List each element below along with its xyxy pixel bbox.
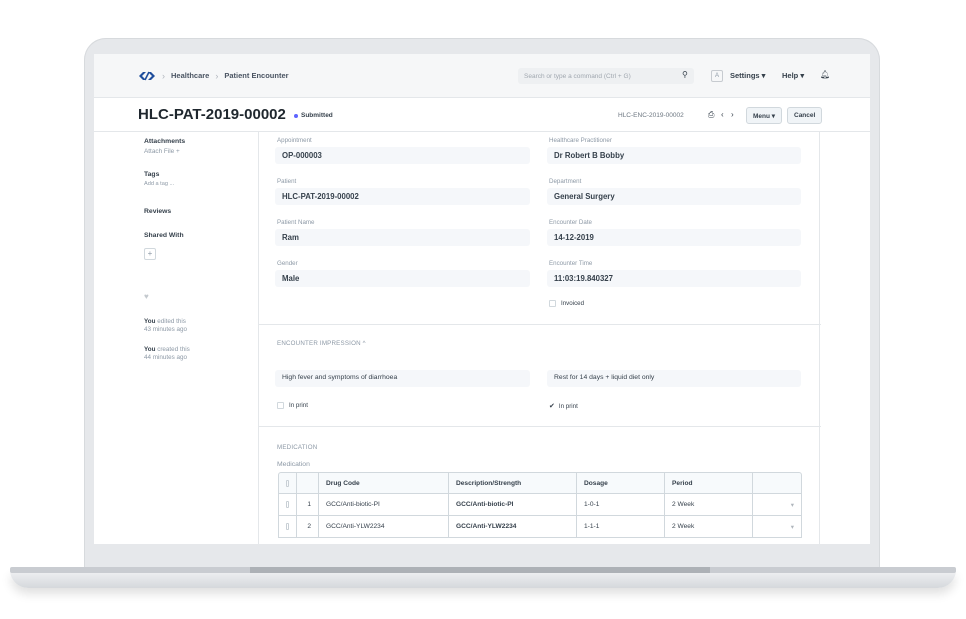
- activity-item: You created this 44 minutes ago: [144, 346, 190, 361]
- patient-name-field[interactable]: Ram: [275, 229, 530, 246]
- section-divider: [259, 324, 821, 325]
- dosage-cell[interactable]: 1-0-1: [577, 494, 665, 515]
- row-select-cell[interactable]: [279, 494, 297, 515]
- medication-section-header: MEDICATION: [277, 444, 318, 451]
- encounter-time-label: Encounter Time: [549, 260, 593, 267]
- check-icon[interactable]: ✔: [549, 402, 555, 410]
- attachments-heading: Attachments: [144, 138, 186, 145]
- activity-item: You edited this 43 minutes ago: [144, 318, 188, 333]
- row-expand-icon[interactable]: ▾: [753, 494, 801, 515]
- encounter-id: HLC-ENC-2019-00002: [618, 112, 684, 119]
- in-print-checkbox-left[interactable]: In print: [277, 402, 308, 409]
- help-dropdown[interactable]: Help ▾: [782, 71, 804, 80]
- medication-table-label: Medication: [277, 461, 310, 468]
- table-header: Drug Code Description/Strength Dosage Pe…: [278, 472, 802, 494]
- status-dot-icon: [294, 113, 298, 118]
- attach-file-link[interactable]: Attach File +: [144, 148, 180, 155]
- laptop-hinge: [250, 567, 710, 573]
- table-row[interactable]: 2 GCC/Anti-YLW2234 GCC/Anti-YLW2234 1-1-…: [278, 516, 802, 538]
- dosage-cell[interactable]: 1-1-1: [577, 516, 665, 537]
- in-print-label: In print: [289, 402, 308, 409]
- gender-label: Gender: [277, 260, 298, 267]
- prev-icon[interactable]: ‹: [721, 110, 724, 119]
- plan-field[interactable]: Rest for 14 days + liquid diet only: [547, 370, 801, 387]
- invoiced-checkbox[interactable]: Invoiced: [549, 300, 584, 307]
- drug-code-cell[interactable]: GCC/Anti-YLW2234: [319, 516, 449, 537]
- checkbox-box[interactable]: [286, 479, 289, 487]
- symptoms-field[interactable]: High fever and symptoms of diarrhoea: [275, 370, 530, 387]
- checkbox-box[interactable]: [549, 300, 556, 307]
- row-actions-header: [753, 473, 801, 493]
- description-cell[interactable]: GCC/Anti-YLW2234: [449, 516, 577, 537]
- department-label: Department: [549, 178, 582, 185]
- row-select-cell[interactable]: [279, 516, 297, 537]
- row-expand-icon[interactable]: ▾: [753, 516, 801, 537]
- status-label: Submitted: [301, 112, 333, 119]
- row-index: 1: [297, 494, 319, 515]
- patient-field[interactable]: HLC-PAT-2019-00002: [275, 188, 530, 205]
- column-header-description[interactable]: Description/Strength: [449, 473, 577, 493]
- checkbox-box[interactable]: [286, 501, 289, 508]
- description-cell[interactable]: GCC/Anti-biotic-PI: [449, 494, 577, 515]
- checkbox-box[interactable]: [286, 523, 289, 530]
- shared-with-heading: Shared With: [144, 232, 184, 239]
- reviews-heading: Reviews: [144, 208, 172, 215]
- column-header-dosage[interactable]: Dosage: [577, 473, 665, 493]
- print-icon[interactable]: ⎙: [708, 110, 714, 120]
- checkbox-box[interactable]: [277, 402, 284, 409]
- search-icon[interactable]: ⚲: [682, 70, 688, 79]
- notification-bell-icon[interactable]: 🔔︎: [820, 70, 830, 79]
- in-print-checkbox-right[interactable]: ✔ In print: [549, 402, 578, 411]
- settings-dropdown[interactable]: Settings ▾: [730, 71, 765, 80]
- chevron-right-icon: ›: [215, 70, 219, 81]
- table-row[interactable]: 1 GCC/Anti-biotic-PI GCC/Anti-biotic-PI …: [278, 494, 802, 516]
- like-heart-icon[interactable]: ♥: [144, 292, 149, 301]
- app-logo-icon[interactable]: [138, 70, 156, 82]
- practitioner-field[interactable]: Dr Robert B Bobby: [547, 147, 801, 164]
- column-header-drug-code[interactable]: Drug Code: [319, 473, 449, 493]
- appointment-label: Appointment: [277, 137, 312, 144]
- add-tag-link[interactable]: Add a tag ...: [144, 181, 174, 187]
- drug-code-cell[interactable]: GCC/Anti-biotic-PI: [319, 494, 449, 515]
- patient-name-label: Patient Name: [277, 219, 315, 226]
- status-badge: Submitted: [294, 112, 333, 119]
- breadcrumb-patient-encounter[interactable]: Patient Encounter: [224, 71, 288, 80]
- encounter-time-field[interactable]: 11:03:19.840327: [547, 270, 801, 287]
- column-header-period[interactable]: Period: [665, 473, 753, 493]
- breadcrumb-healthcare[interactable]: Healthcare: [171, 71, 209, 80]
- add-share-button[interactable]: +: [144, 248, 156, 260]
- search-input[interactable]: Search or type a command (Ctrl + G): [518, 68, 694, 84]
- menu-button[interactable]: Menu ▾: [746, 107, 783, 124]
- search-placeholder: Search or type a command (Ctrl + G): [524, 72, 631, 80]
- encounter-impression-section-header[interactable]: ENCOUNTER IMPRESSION ^: [277, 340, 366, 347]
- section-divider: [259, 426, 821, 427]
- tags-heading: Tags: [144, 171, 160, 178]
- period-cell[interactable]: 2 Week: [665, 494, 753, 515]
- appointment-field[interactable]: OP-000003: [275, 147, 530, 164]
- avatar[interactable]: A: [711, 70, 723, 82]
- page-header: HLC-PAT-2019-00002 Submitted HLC-ENC-201…: [94, 98, 870, 132]
- invoiced-label: Invoiced: [561, 300, 585, 307]
- next-icon[interactable]: ›: [731, 110, 734, 119]
- department-field[interactable]: General Surgery: [547, 188, 801, 205]
- row-index: 2: [297, 516, 319, 537]
- medication-table: Drug Code Description/Strength Dosage Pe…: [278, 472, 802, 538]
- index-header: [297, 473, 319, 493]
- cancel-button[interactable]: Cancel: [787, 107, 823, 124]
- chevron-right-icon: ›: [162, 70, 165, 81]
- encounter-date-label: Encounter Date: [549, 219, 592, 226]
- in-print-label: In print: [558, 402, 578, 410]
- encounter-date-field[interactable]: 14-12-2019: [547, 229, 801, 246]
- screen: › Healthcare › Patient Encounter Search …: [94, 54, 870, 544]
- patient-label: Patient: [277, 178, 297, 185]
- page-title: HLC-PAT-2019-00002: [138, 106, 286, 123]
- period-cell[interactable]: 2 Week: [665, 516, 753, 537]
- gender-field[interactable]: Male: [275, 270, 530, 287]
- practitioner-label: Healthcare Practitioner: [549, 137, 612, 144]
- select-all-cell[interactable]: [279, 473, 297, 493]
